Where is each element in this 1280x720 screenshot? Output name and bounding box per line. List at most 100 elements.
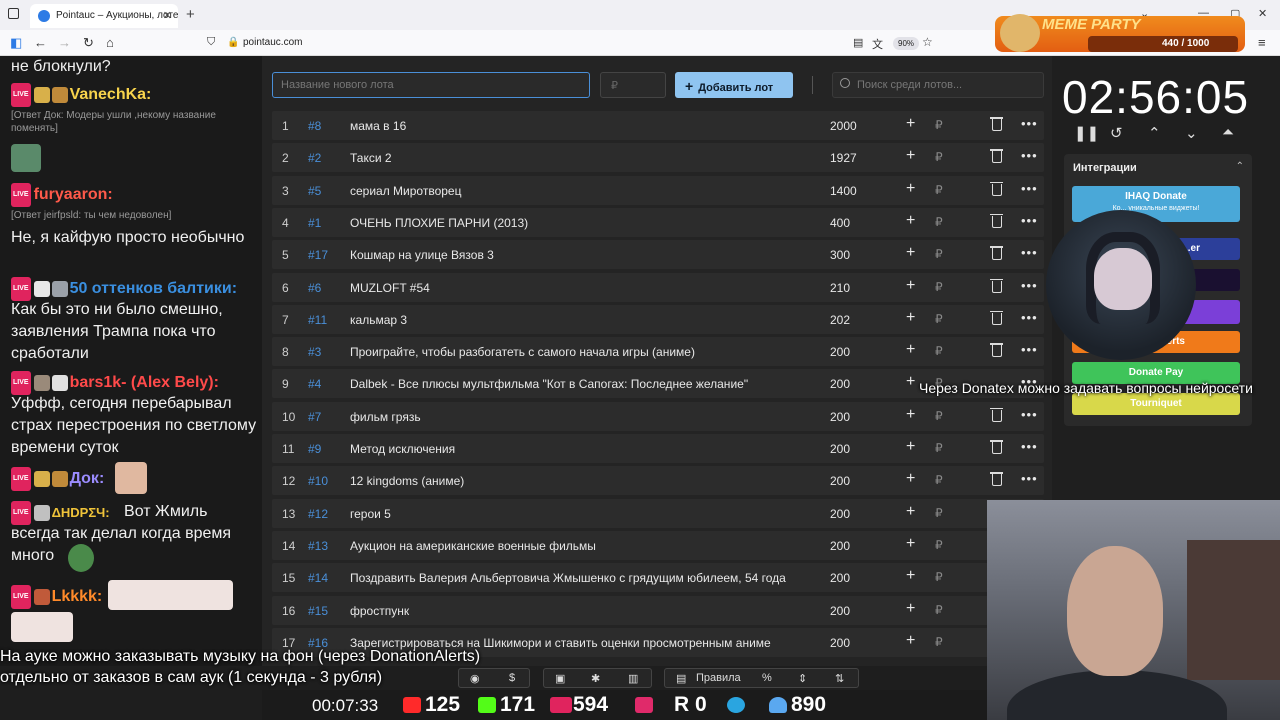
lot-name[interactable]: Аукцион на американские военные фильмы — [350, 539, 596, 553]
lock-icon[interactable]: 🔒 — [227, 37, 239, 48]
lot-amount[interactable]: 200 — [830, 377, 850, 391]
zoom-level[interactable]: 90% — [893, 37, 920, 50]
bug-icon[interactable]: ✱ — [591, 672, 600, 685]
lot-name[interactable]: фильм грязь — [350, 410, 421, 424]
ruble-icon[interactable]: ₽ — [935, 183, 943, 197]
reset-icon[interactable]: ↺ — [1110, 124, 1123, 142]
ruble-icon[interactable]: ₽ — [935, 538, 943, 552]
ruble-icon[interactable]: ₽ — [935, 506, 943, 520]
lot-row[interactable]: 8 #3 Проиграйте, чтобы разбогатеть с самог… — [272, 337, 1044, 367]
lot-amount[interactable]: 1400 — [830, 184, 857, 198]
lot-id[interactable]: #8 — [308, 119, 321, 133]
add-amount-icon[interactable]: + — [906, 567, 915, 585]
trash-icon[interactable] — [990, 472, 1003, 487]
home-icon[interactable]: ⌂ — [106, 35, 114, 50]
amount-input[interactable]: ₽ — [600, 72, 666, 98]
more-icon[interactable]: ••• — [1021, 181, 1038, 196]
lot-name[interactable]: Dalbek - Все плюсы мультфильма "Кот в Са… — [350, 377, 748, 391]
ruble-icon[interactable]: ₽ — [935, 441, 943, 455]
ruble-icon[interactable]: ₽ — [935, 635, 943, 649]
add-amount-icon[interactable]: + — [906, 277, 915, 295]
lot-row[interactable]: 1 #8 мама в 16 2000 + ₽ ••• — [272, 111, 1044, 140]
chat-nick[interactable]: Док: — [70, 470, 105, 487]
save-icon[interactable]: ▣ — [555, 672, 565, 685]
add-amount-icon[interactable]: + — [906, 309, 915, 327]
lot-row[interactable]: 16#15фростпунк200+₽••• — [272, 595, 1044, 625]
split-icon[interactable]: ⇕ — [798, 672, 807, 685]
more-icon[interactable]: ••• — [1021, 148, 1038, 163]
lot-id[interactable]: #15 — [308, 604, 328, 618]
chevron-down-icon[interactable]: ⌄ — [1185, 124, 1198, 142]
clear-icon[interactable]: ▥ — [628, 672, 638, 685]
chat-nick[interactable]: VanechKa: — [70, 86, 152, 103]
back-icon[interactable]: ← — [34, 35, 47, 50]
browser-tab[interactable]: Pointauc – Аукционы, лотереи ✕ — [30, 4, 178, 28]
trash-icon[interactable] — [990, 278, 1003, 293]
sidebar-toggle-icon[interactable]: ◧ — [10, 35, 22, 51]
dollar-icon[interactable]: $ — [509, 672, 515, 684]
more-icon[interactable]: ••• — [1021, 471, 1038, 486]
lot-amount[interactable]: 210 — [830, 281, 850, 295]
sort-icon[interactable]: ⇅ — [835, 672, 844, 685]
add-amount-icon[interactable]: + — [906, 470, 915, 488]
chat-nick[interactable]: Lkkkk: — [52, 588, 103, 605]
add-amount-icon[interactable]: + — [906, 535, 915, 553]
lot-amount[interactable]: 1927 — [830, 151, 857, 165]
tab-close-icon[interactable]: ✕ — [163, 9, 172, 22]
ruble-icon[interactable]: ₽ — [935, 570, 943, 584]
lot-row[interactable]: 14 #13 Аукцион на американские военные фил… — [272, 530, 1044, 560]
lot-amount[interactable]: 200 — [830, 571, 850, 585]
lot-name[interactable]: Проиграйте, чтобы разбогатеть с самого н… — [350, 345, 695, 359]
tab-list-icon[interactable] — [8, 8, 19, 19]
lot-id[interactable]: #3 — [308, 345, 321, 359]
more-icon[interactable]: ••• — [1021, 439, 1038, 454]
add-amount-icon[interactable]: + — [906, 373, 915, 391]
add-amount-icon[interactable]: + — [906, 244, 915, 262]
trash-icon[interactable] — [990, 440, 1003, 454]
add-amount-icon[interactable]: + — [906, 147, 915, 165]
rules-button[interactable]: Правила — [696, 672, 741, 684]
lot-name[interactable]: фростпунк — [350, 604, 409, 618]
lot-name[interactable]: ОЧЕНЬ ПЛОХИЕ ПАРНИ (2013) — [350, 216, 528, 230]
forward-icon[interactable]: → — [58, 35, 71, 50]
lot-row[interactable]: 5 #17 Кошмар на улице Вязов 3 300 + ₽ ••• — [272, 240, 1044, 270]
chat-nick[interactable]: 50 оттенков балтики: — [70, 280, 238, 297]
more-icon[interactable]: ••• — [1021, 342, 1038, 357]
lot-name[interactable]: Поздравить Валерия Альбертовича Жмышенко… — [350, 571, 786, 585]
reader-view-icon[interactable]: ▤ — [853, 36, 863, 49]
lot-id[interactable]: #10 — [308, 474, 328, 488]
lot-name[interactable]: сериал Миротворец — [350, 184, 461, 198]
lot-id[interactable]: #11 — [308, 313, 327, 327]
percent-button[interactable]: % — [762, 672, 772, 684]
more-icon[interactable]: ••• — [1021, 116, 1038, 131]
search-input[interactable]: Поиск среди лотов... — [832, 72, 1044, 98]
lot-amount[interactable]: 300 — [830, 248, 850, 262]
lot-row[interactable]: 15 #14 Поздравить Валерия Альбертовича Жмы… — [272, 563, 1044, 593]
github-icon[interactable]: ◉ — [470, 672, 480, 685]
lot-row[interactable]: 11 #9 Метод исключения 200 + ₽ ••• — [272, 434, 1044, 463]
lot-amount[interactable]: 200 — [830, 604, 850, 618]
lot-amount[interactable]: 2000 — [830, 119, 857, 133]
trash-icon[interactable] — [990, 246, 1003, 261]
lot-row[interactable]: 7 #11 кальмар 3 202 + ₽ ••• — [272, 304, 1044, 334]
add-amount-icon[interactable]: + — [906, 212, 915, 230]
add-amount-icon[interactable]: + — [906, 180, 915, 198]
lot-id[interactable]: #12 — [308, 507, 328, 521]
lot-name[interactable]: кальмар 3 — [350, 313, 407, 327]
add-amount-icon[interactable]: + — [906, 406, 915, 424]
ruble-icon[interactable]: ₽ — [935, 247, 943, 261]
add-amount-icon[interactable]: + — [906, 632, 915, 650]
lot-row[interactable]: 13#12герои 5200+₽••• — [272, 498, 1044, 528]
collapse-icon[interactable]: ⌃ — [1236, 161, 1244, 172]
lot-row[interactable]: 2 #2 Такси 2 1927 + ₽ ••• — [272, 143, 1044, 173]
add-amount-icon[interactable]: + — [906, 503, 915, 521]
new-lot-input[interactable]: Название нового лота — [272, 72, 590, 98]
lot-id[interactable]: #6 — [308, 281, 321, 295]
more-icon[interactable]: ••• — [1021, 213, 1038, 228]
lot-id[interactable]: #17 — [308, 248, 328, 262]
ruble-icon[interactable]: ₽ — [935, 118, 943, 132]
more-icon[interactable]: ••• — [1021, 245, 1038, 260]
lot-id[interactable]: #1 — [308, 216, 321, 230]
shield-icon[interactable]: ⛉ — [207, 36, 215, 49]
ruble-icon[interactable]: ₽ — [935, 409, 943, 423]
